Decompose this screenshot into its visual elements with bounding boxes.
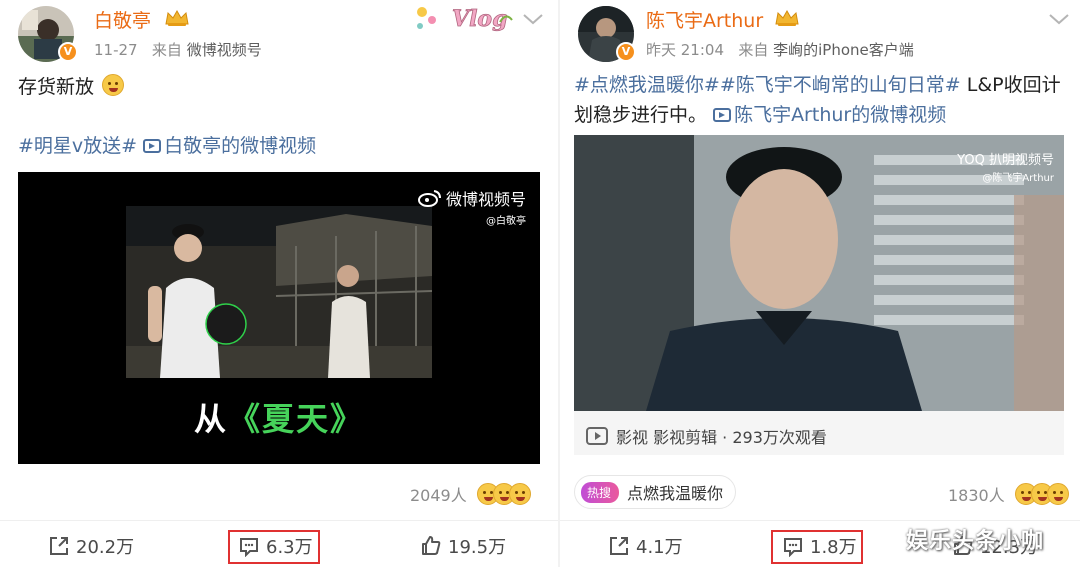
thumbs-up-icon — [422, 536, 441, 555]
share-icon — [610, 537, 628, 555]
repost-count: 20.2万 — [76, 537, 135, 558]
reaction-summary[interactable]: 2049人 — [410, 482, 531, 506]
corner-watermark: 娱乐头条小咖 — [906, 529, 1045, 554]
video-icon — [713, 108, 732, 122]
source-prefix: 来自 — [738, 41, 769, 59]
comment-highlight-box — [771, 530, 863, 564]
video-watermark-text: YOQ 扒明视频号 — [957, 153, 1054, 168]
hashtag-link-2[interactable]: #陈飞宇不峋常的山旬日常# — [720, 74, 961, 96]
like-button[interactable]: 19.5万 — [420, 533, 506, 559]
repost-button[interactable]: 20.2万 — [48, 533, 134, 559]
post-time: 11-27 — [94, 41, 138, 59]
smiling-emoji-icon — [102, 74, 125, 96]
grinning-emoji-icon — [1046, 483, 1069, 505]
hashtag-link-1[interactable]: #点燃我温暖你# — [574, 74, 720, 96]
weibo-post-left: V 白敬亭 11-27 来自 微博视频号 Vlog 存货新放 #明星v放送# 白… — [0, 0, 558, 567]
video-subtitle-prefix: 从 — [193, 400, 228, 438]
hot-tag: 热搜 — [581, 481, 620, 503]
video-link[interactable]: 陈飞宇Arthur的微博视频 — [713, 104, 946, 126]
video-link-label: 白敬亭的微博视频 — [164, 135, 317, 157]
post-topic-line: #明星v放送# 白敬亭的微博视频 — [18, 131, 316, 161]
verified-badge: V — [616, 42, 636, 62]
like-count: 19.5万 — [448, 537, 507, 558]
chevron-down-icon[interactable] — [522, 12, 544, 26]
grinning-emoji-icon — [508, 483, 531, 505]
hashtag-link[interactable]: #明星v放送# — [18, 135, 137, 157]
video-watermark-handle: @白敬亭 — [486, 216, 526, 227]
share-icon — [50, 537, 68, 555]
video-player[interactable]: YOQ 扒明视频号 @陈飞宇Arthur — [574, 135, 1064, 411]
video-play-icon — [586, 427, 608, 445]
weibo-post-right: V 陈飞宇Arthur 昨天 21:04 来自 李峋的iPhone客户端 #点燃… — [560, 0, 1080, 567]
post-text-content: 存货新放 — [18, 76, 95, 98]
crown-icon — [775, 9, 799, 26]
video-link[interactable]: 白敬亭的微博视频 — [143, 135, 316, 157]
repost-button[interactable]: 4.1万 — [608, 533, 683, 559]
author-name[interactable]: 陈飞宇Arthur — [646, 6, 763, 33]
vlog-sticker: Vlog — [417, 6, 513, 32]
post-source[interactable]: 李峋的iPhone客户端 — [773, 41, 914, 59]
post-meta: 昨天 21:04 来自 李峋的iPhone客户端 — [646, 39, 914, 60]
chevron-down-icon[interactable] — [1048, 12, 1070, 26]
repost-count: 4.1万 — [636, 537, 683, 558]
video-caption[interactable]: 影视 影视剪辑 · 293万次观看 — [586, 424, 827, 448]
author-name[interactable]: 白敬亭 — [94, 6, 151, 33]
video-watermark: YOQ 扒明视频号 @陈飞宇Arthur — [957, 149, 1054, 184]
video-caption-text: 影视 影视剪辑 · 293万次观看 — [616, 428, 827, 447]
video-watermark-text: 微博视频号 — [445, 190, 526, 209]
comment-highlight-box — [228, 530, 320, 564]
post-text: #点燃我温暖你##陈飞宇不峋常的山旬日常# L&P收回计划稳步进行中。 陈飞宇A… — [574, 70, 1068, 130]
video-watermark: 微博视频号 @白敬亭 — [417, 186, 526, 227]
video-link-label: 陈飞宇Arthur的微博视频 — [734, 104, 947, 126]
video-icon — [143, 139, 162, 153]
hot-topic-chip[interactable]: 热搜 点燃我温暖你 — [574, 475, 737, 509]
post-meta: 11-27 来自 微博视频号 — [94, 39, 262, 60]
post-time: 昨天 21:04 — [646, 41, 724, 59]
post-source[interactable]: 微博视频号 — [187, 41, 262, 59]
video-watermark-handle: @陈飞宇Arthur — [982, 173, 1054, 184]
verified-badge: V — [58, 42, 78, 62]
crown-icon — [165, 9, 189, 26]
post-text: 存货新放 — [18, 72, 125, 102]
hot-topic-label: 点燃我温暖你 — [627, 484, 724, 503]
reaction-count: 1830人 — [948, 486, 1005, 505]
video-subtitle: 从《夏天》 — [18, 394, 540, 440]
video-frame — [126, 206, 432, 378]
video-subtitle-highlight: 《夏天》 — [228, 400, 365, 438]
reaction-count: 2049人 — [410, 486, 467, 505]
source-prefix: 来自 — [151, 41, 182, 59]
video-player[interactable]: 微博视频号 @白敬亭 从《夏天》 — [18, 172, 540, 464]
reaction-summary[interactable]: 1830人 — [948, 482, 1069, 506]
weibo-logo-icon — [417, 190, 441, 207]
vlog-sticker-text: Vlog — [452, 6, 507, 32]
